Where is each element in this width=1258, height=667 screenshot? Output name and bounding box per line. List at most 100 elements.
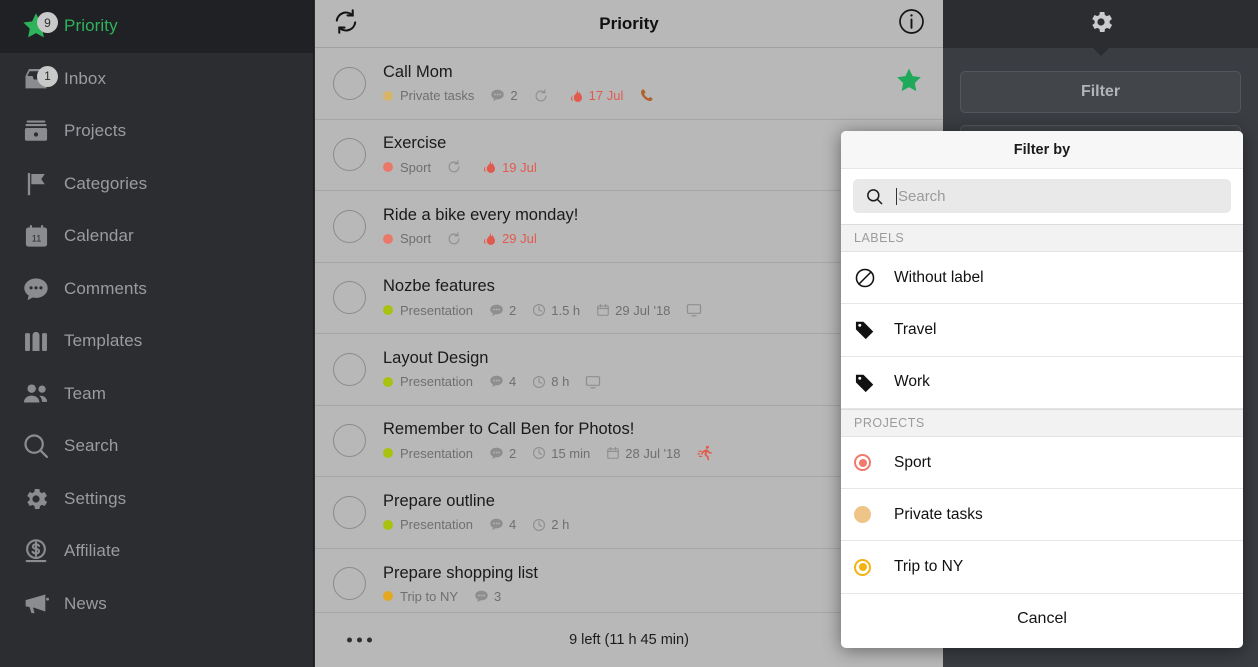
task-category (686, 302, 707, 318)
task-project-label: Presentation (400, 302, 473, 318)
filter-option-label: Private tasks (894, 505, 983, 523)
task-comment-count: 3 (494, 588, 502, 604)
project-color-dot (383, 233, 393, 244)
comment-icon (489, 517, 504, 532)
filter-button[interactable]: Filter (960, 71, 1241, 113)
sidebar-item-label: Calendar (64, 226, 134, 246)
task-comments[interactable]: 4 (489, 374, 516, 389)
task-project-label: Sport (400, 159, 432, 175)
task-due-label: 29 Jul '18 (615, 302, 671, 318)
filter-option-trip-to-ny[interactable]: Trip to NY (841, 541, 1243, 594)
task-comments[interactable]: 2 (489, 446, 516, 461)
task-due: 28 Jul '18 (606, 446, 681, 461)
sidebar-item-comments[interactable]: Comments (0, 263, 313, 316)
sidebar-item-settings[interactable]: Settings (0, 473, 313, 526)
clock-icon (532, 303, 546, 317)
sidebar-item-label: Search (64, 436, 119, 456)
task-project[interactable]: Presentation (383, 303, 473, 318)
sidebar-item-calendar[interactable]: 11 Calendar (0, 210, 313, 263)
section-header: LABELS (841, 224, 1243, 252)
filter-option-work[interactable]: Work (841, 356, 1243, 409)
filter-by-dialog: Filter by Search LABELS Without label Trav… (841, 131, 1243, 648)
info-icon[interactable] (898, 8, 925, 40)
app-root: 9 Priority 1 Inbox Projects Categories 11 Calen… (0, 0, 1258, 667)
svg-text:11: 11 (31, 233, 41, 244)
panel-gear-button[interactable] (943, 0, 1258, 56)
task-comment-count: 4 (509, 517, 517, 533)
search-icon (8, 432, 64, 460)
list-summary: 9 left (11 h 45 min) (569, 632, 689, 648)
task-project[interactable]: Presentation (383, 517, 473, 532)
task-project[interactable]: Trip to NY (383, 589, 458, 604)
task-project[interactable]: Presentation (383, 446, 473, 461)
task-category (696, 445, 718, 461)
task-project-label: Trip to NY (400, 588, 459, 604)
task-project[interactable]: Sport (383, 160, 431, 175)
star-icon: 9 (8, 11, 64, 41)
priority-star-icon[interactable] (895, 67, 923, 100)
monitor-icon (686, 302, 702, 318)
sidebar-item-label: Team (64, 383, 106, 403)
filter-option-private-tasks[interactable]: Private tasks (841, 489, 1243, 542)
task-checkbox[interactable] (333, 424, 366, 458)
sidebar-item-projects[interactable]: Projects (0, 105, 313, 158)
sidebar-item-affiliate[interactable]: Affiliate (0, 525, 313, 578)
task-comments[interactable]: 2 (490, 88, 518, 103)
recurring-icon (447, 231, 461, 246)
task-project[interactable]: Presentation (383, 374, 473, 389)
comment-icon (8, 275, 64, 303)
sidebar-item-templates[interactable]: Templates (0, 315, 313, 368)
sync-icon[interactable] (333, 8, 359, 39)
task-due-overdue: 19 Jul (482, 159, 537, 175)
sidebar-item-priority[interactable]: 9 Priority (0, 0, 313, 53)
flag-icon (8, 170, 64, 198)
task-comments[interactable]: 2 (489, 303, 516, 318)
search-input[interactable]: Search (853, 179, 1231, 213)
dialog-search-wrap: Search (841, 169, 1243, 224)
task-time: 8 h (532, 374, 569, 389)
task-row[interactable]: Call Mom Private tasks 2 17 Jul (315, 48, 943, 120)
megaphone-icon (8, 589, 64, 618)
project-color-dot (383, 90, 393, 101)
fire-icon (482, 159, 497, 175)
sidebar-item-label: Categories (64, 173, 148, 193)
task-due: 29 Jul '18 (596, 303, 670, 318)
task-comments[interactable]: 4 (489, 517, 516, 532)
sidebar-item-label: Priority (64, 16, 118, 36)
task-checkbox[interactable] (333, 352, 366, 386)
task-checkbox[interactable] (333, 209, 366, 243)
comment-icon (489, 374, 504, 389)
task-time-label: 1.5 h (551, 302, 581, 318)
filter-option-label: Sport (894, 453, 932, 471)
task-checkbox[interactable] (333, 495, 366, 529)
task-project[interactable]: Sport (383, 231, 431, 246)
filter-option-without-label[interactable]: Without label (841, 252, 1243, 305)
sidebar-item-inbox[interactable]: 1 Inbox (0, 53, 313, 106)
filter-option-sport[interactable]: Sport (841, 436, 1243, 490)
task-comments[interactable]: 3 (474, 589, 501, 604)
more-dots-icon[interactable] (347, 637, 372, 643)
sidebar-item-search[interactable]: Search (0, 420, 313, 473)
task-time: 1.5 h (532, 303, 580, 318)
text-cursor (896, 187, 897, 205)
task-checkbox[interactable] (333, 138, 366, 172)
filter-option-travel[interactable]: Travel (841, 304, 1243, 357)
task-time-label: 2 h (551, 517, 570, 533)
task-checkbox[interactable] (333, 66, 366, 100)
sidebar-item-categories[interactable]: Categories (0, 158, 313, 211)
project-color-dot (383, 448, 393, 459)
monitor-icon (585, 374, 601, 390)
runner-icon (696, 445, 713, 461)
comment-icon (490, 88, 505, 103)
task-checkbox[interactable] (333, 567, 366, 601)
cancel-button[interactable]: Cancel (841, 593, 1243, 644)
task-recurring (447, 231, 466, 246)
task-project[interactable]: Private tasks (383, 88, 474, 103)
sidebar-item-team[interactable]: Team (0, 368, 313, 421)
task-category (639, 88, 659, 103)
templates-icon (8, 327, 64, 355)
filter-option-label: Work (894, 373, 930, 391)
projects-icon (8, 117, 64, 145)
task-checkbox[interactable] (333, 281, 366, 315)
sidebar-item-news[interactable]: News (0, 578, 313, 631)
